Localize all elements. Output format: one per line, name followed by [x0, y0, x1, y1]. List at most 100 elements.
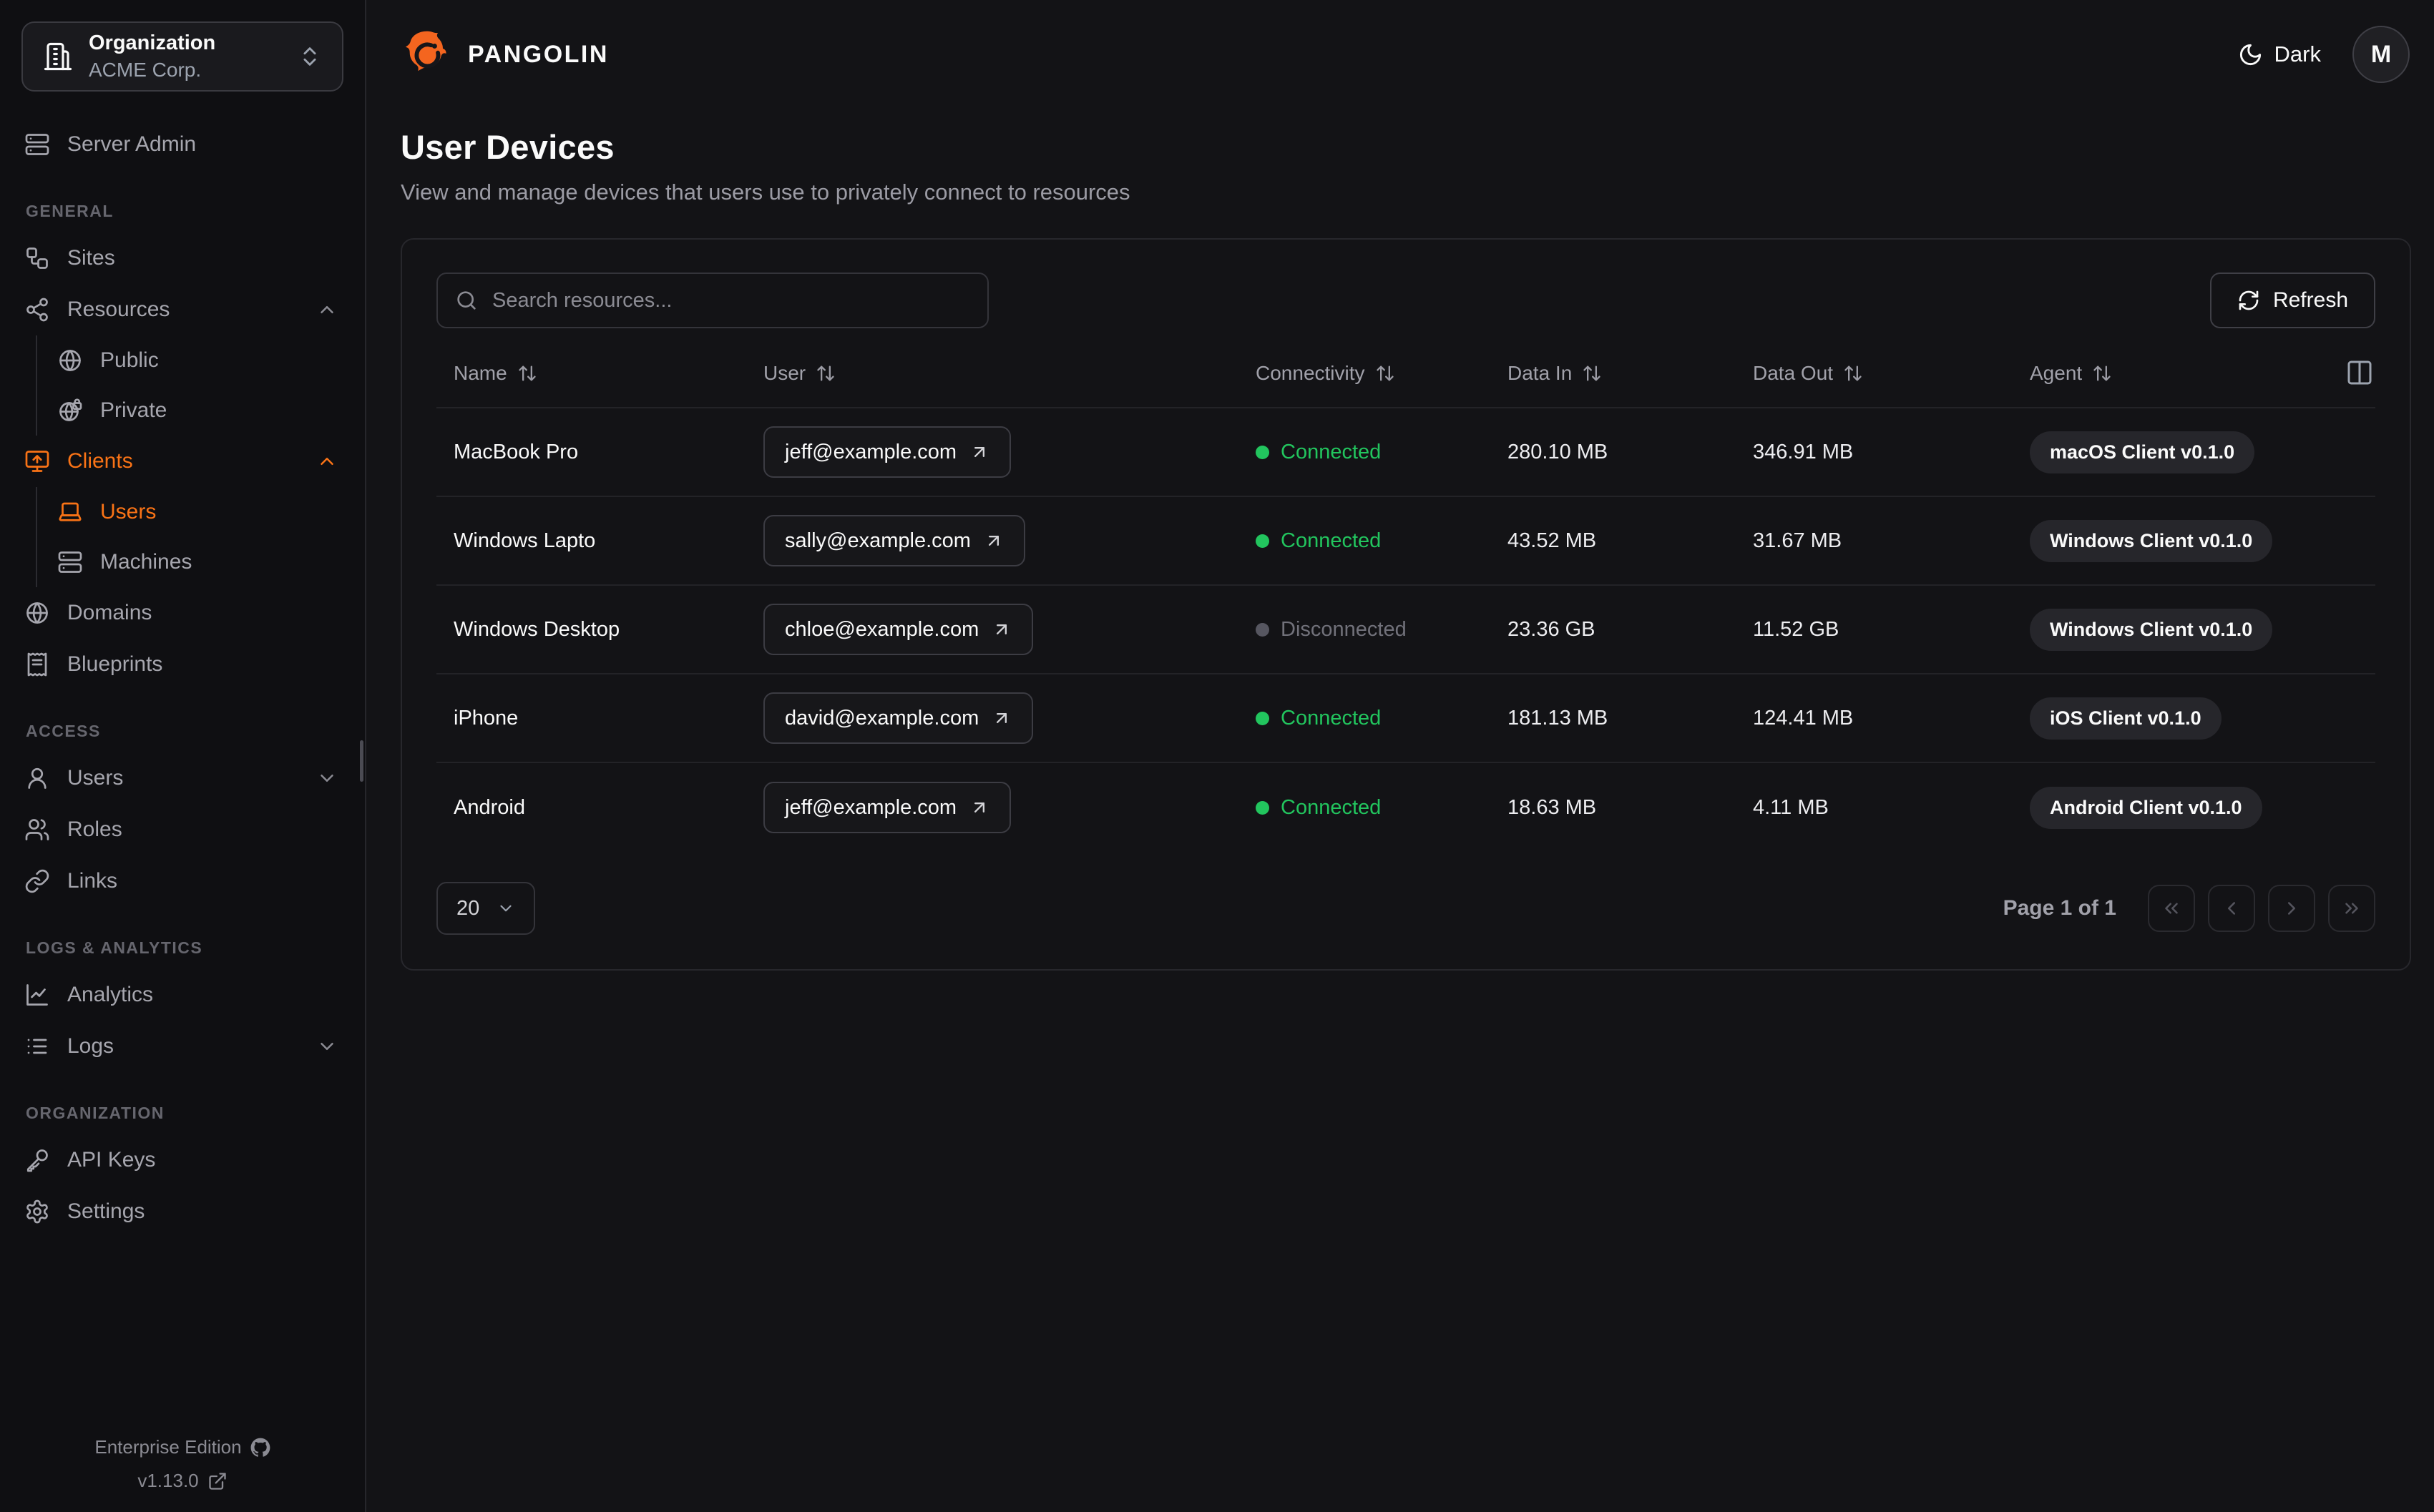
sidebar-item-private[interactable]: Private — [52, 386, 346, 436]
link-icon — [25, 869, 49, 893]
columns-icon — [2347, 360, 2372, 384]
sidebar-item-label: Users — [100, 500, 157, 524]
sidebar-item-settings[interactable]: Settings — [19, 1186, 346, 1237]
sidebar-item-label: Logs — [67, 1034, 114, 1058]
arrow-up-right-icon — [974, 802, 985, 813]
status-dot — [1256, 711, 1269, 725]
brand[interactable]: PANGOLIN — [401, 28, 609, 81]
column-visibility-button[interactable] — [2344, 358, 2375, 389]
chevron-down-icon — [321, 775, 333, 782]
users-icon — [25, 819, 49, 840]
column-header-data-in[interactable]: Data In — [1490, 362, 1736, 385]
sidebar-footer: Enterprise Edition v1.13.0 — [0, 1436, 365, 1512]
sidebar-item-sites[interactable]: Sites — [19, 232, 346, 284]
sidebar-item-logs[interactable]: Logs — [19, 1021, 346, 1072]
sidebar-item-server-admin[interactable]: Server Admin — [19, 119, 346, 170]
user-link-button[interactable]: david@example.com — [763, 692, 1034, 744]
version-link[interactable]: v1.13.0 — [137, 1470, 227, 1492]
device-name: MacBook Pro — [454, 440, 579, 463]
sidebar-item-label: Private — [100, 398, 167, 422]
column-header-name[interactable]: Name — [436, 362, 746, 385]
sidebar: Organization ACME Corp. Server Admin GEN… — [0, 0, 366, 1512]
refresh-button[interactable]: Refresh — [2209, 273, 2375, 328]
sidebar-item-api-keys[interactable]: API Keys — [19, 1134, 346, 1186]
sidebar-item-label: Server Admin — [67, 132, 197, 156]
first-page-button[interactable] — [2148, 885, 2195, 932]
table-row: Windows Lapto sally@example.com Connecte… — [436, 497, 2375, 586]
sidebar-item-client-users[interactable]: Users — [52, 487, 346, 537]
user-link-button[interactable]: jeff@example.com — [763, 426, 1012, 478]
pangolin-logo-icon — [405, 31, 446, 72]
globe-icon — [59, 350, 81, 371]
last-page-button[interactable] — [2328, 885, 2375, 932]
data-out: 4.11 MB — [1753, 795, 1829, 819]
sidebar-item-label: Links — [67, 869, 118, 893]
sidebar-item-label: Sites — [67, 246, 115, 270]
status-dot — [1256, 445, 1269, 459]
user-link-button[interactable]: jeff@example.com — [763, 782, 1012, 833]
section-label-access: ACCESS — [26, 722, 101, 740]
device-name: Windows Lapto — [454, 529, 596, 552]
arrow-up-right-icon — [988, 536, 999, 546]
resources-icon — [26, 298, 48, 322]
sidebar-item-analytics[interactable]: Analytics — [19, 969, 346, 1021]
sidebar-item-public[interactable]: Public — [52, 335, 346, 386]
org-selector[interactable]: Organization ACME Corp. — [21, 21, 343, 92]
data-in: 280.10 MB — [1507, 440, 1608, 463]
agent-badge: Windows Client v0.1.0 — [2030, 608, 2273, 651]
status-label: Connected — [1281, 529, 1382, 552]
chevron-up-icon — [321, 458, 333, 465]
clients-subgroup: Users Machines — [36, 487, 346, 587]
user-link-button[interactable]: chloe@example.com — [763, 604, 1034, 655]
chevron-down-icon — [321, 1043, 333, 1050]
chevrons-up-down-icon — [303, 47, 316, 66]
page-size-select[interactable]: 20 — [436, 882, 536, 935]
sidebar-item-roles[interactable]: Roles — [19, 804, 346, 855]
theme-toggle-button[interactable]: Dark — [2238, 41, 2321, 67]
sidebar-item-label: Clients — [67, 449, 133, 473]
status-dot — [1256, 534, 1269, 548]
column-header-user[interactable]: User — [746, 362, 1238, 385]
sidebar-item-users[interactable]: Users — [19, 752, 346, 804]
search-input[interactable] — [436, 273, 989, 328]
sidebar-scrollbar[interactable] — [360, 740, 363, 782]
page-title: User Devices — [401, 128, 615, 166]
monitor-up-icon — [25, 451, 49, 472]
data-out: 346.91 MB — [1753, 440, 1854, 463]
receipt-text-icon — [27, 652, 47, 677]
previous-page-button[interactable] — [2208, 885, 2255, 932]
agent-badge: macOS Client v0.1.0 — [2030, 431, 2255, 473]
avatar[interactable]: M — [2352, 26, 2410, 83]
sidebar-item-machines[interactable]: Machines — [52, 537, 346, 587]
theme-toggle-label: Dark — [2274, 41, 2321, 67]
chevrons-right-icon — [2345, 903, 2358, 914]
sidebar-item-blueprints[interactable]: Blueprints — [19, 639, 346, 690]
section-label-organization: ORGANIZATION — [26, 1104, 165, 1122]
next-page-button[interactable] — [2268, 885, 2315, 932]
avatar-initial: M — [2370, 40, 2392, 68]
key-icon — [26, 1149, 48, 1172]
github-icon — [250, 1438, 270, 1457]
search-icon — [457, 291, 476, 310]
sidebar-item-clients[interactable]: Clients — [19, 436, 346, 487]
server-icon — [58, 551, 82, 573]
device-name: Windows Desktop — [454, 617, 620, 641]
column-header-agent[interactable]: Agent — [2013, 362, 2330, 385]
edition-link[interactable]: Enterprise Edition — [94, 1436, 270, 1458]
column-header-data-out[interactable]: Data Out — [1736, 362, 2013, 385]
section-label-logs-analytics: LOGS & ANALYTICS — [26, 938, 203, 957]
sidebar-item-label: Roles — [67, 818, 122, 841]
sidebar-item-resources[interactable]: Resources — [19, 284, 346, 335]
brand-name: PANGOLIN — [468, 40, 609, 68]
laptop-icon — [59, 502, 82, 521]
sidebar-item-links[interactable]: Links — [19, 855, 346, 907]
table-row: iPhone david@example.com Connected 181.1… — [436, 674, 2375, 763]
arrow-up-right-icon — [997, 713, 1007, 723]
page-size-value: 20 — [456, 896, 480, 920]
sidebar-item-domains[interactable]: Domains — [19, 587, 346, 639]
user-link-button[interactable]: sally@example.com — [763, 515, 1025, 566]
column-header-connectivity[interactable]: Connectivity — [1238, 362, 1490, 385]
data-in: 18.63 MB — [1507, 795, 1597, 819]
sidebar-item-label: Settings — [67, 1199, 145, 1223]
sort-icon — [2093, 365, 2111, 381]
